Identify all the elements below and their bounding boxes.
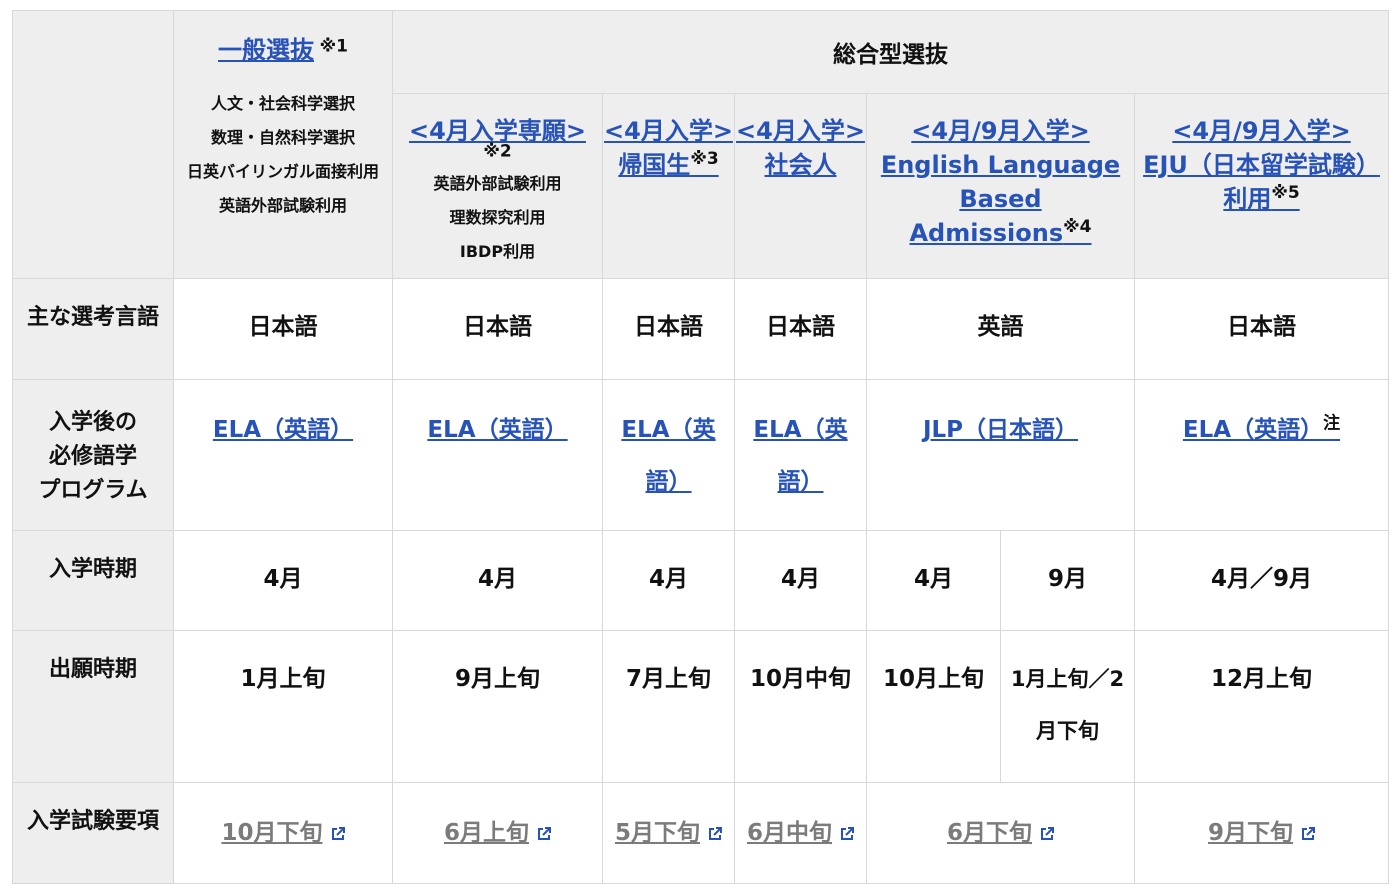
general-sub-item: 日英バイリンガル面接利用: [186, 162, 379, 181]
eju-header: <4月/9月入学> EJU（日本留学試験） 利用※5: [1133, 93, 1390, 279]
guide-link[interactable]: 6月中旬: [747, 820, 832, 846]
guide-cell: 6月上旬: [392, 782, 603, 884]
eju-line3: 利用: [1223, 185, 1272, 213]
row-label-language: 主な選考言語: [12, 278, 174, 380]
ela-based-line3: Based Admissions: [909, 185, 1064, 247]
program-cell: ELA（英語）: [173, 379, 393, 531]
eju-note: ※5: [1271, 183, 1300, 203]
program-link[interactable]: ELA（英語）: [753, 417, 847, 495]
external-link-icon: [1040, 826, 1054, 841]
row-label-apply: 出願時期: [12, 630, 174, 783]
entry-cell: 4月: [602, 530, 735, 631]
language-cell: 日本語: [392, 278, 603, 380]
guide-link[interactable]: 6月下旬: [947, 820, 1032, 846]
guide-cell: 6月中旬: [734, 782, 867, 884]
april-adult-link[interactable]: <4月入学> 社会人: [735, 114, 866, 182]
general-link[interactable]: 一般選抜: [218, 36, 314, 64]
april-returnee-line2: 帰国生: [618, 151, 691, 179]
guide-cell: 9月下旬: [1133, 782, 1390, 884]
apply-cell: 1月上旬: [173, 630, 393, 783]
program-label-line: 必修語学: [48, 444, 137, 469]
april-dedicated-note: ※2: [483, 141, 512, 162]
guide-link[interactable]: 6月上旬: [444, 820, 529, 846]
program-label-line: プログラム: [38, 478, 148, 503]
ela-based-header: <4月/9月入学> English Language Based Admissi…: [866, 93, 1135, 279]
row-label-guide: 入学試験要項: [12, 782, 174, 884]
april-returnee-header: <4月入学> 帰国生※3: [602, 93, 735, 279]
language-cell: 日本語: [173, 278, 393, 380]
language-cell: 日本語: [734, 278, 867, 380]
eju-line1: <4月/9月入学>: [1172, 117, 1351, 145]
general-sub-list: 人文・社会科学選択 数理・自然科学選択 日英バイリンガル面接利用 英語外部試験利…: [174, 87, 392, 223]
april-dedicated-sub-item: 英語外部試験利用: [433, 174, 562, 193]
comprehensive-title: 総合型選抜: [833, 42, 949, 68]
entry-cell: 4月／9月: [1133, 530, 1390, 631]
external-link-icon: [537, 826, 551, 841]
entry-cell: 4月: [173, 530, 393, 631]
ela-based-line2: English Language: [880, 151, 1121, 179]
april-returnee-link[interactable]: <4月入学> 帰国生※3: [603, 114, 734, 182]
april-adult-line2: 社会人: [764, 151, 837, 179]
external-link-icon: [708, 826, 722, 841]
eju-line2: EJU（日本留学試験）: [1143, 151, 1380, 179]
april-returnee-line1: <4月入学>: [604, 117, 733, 145]
comprehensive-header: 総合型選抜: [391, 10, 1390, 94]
entry-cell: 4月: [734, 530, 867, 631]
row-label-entry: 入学時期: [12, 530, 174, 631]
april-adult-header: <4月入学> 社会人: [734, 93, 867, 279]
ela-based-note: ※4: [1063, 217, 1092, 237]
april-dedicated-header: <4月入学専願> ※2 英語外部試験利用 理数探究利用 IBDP利用: [392, 93, 603, 279]
external-link-icon: [840, 826, 854, 841]
guide-link[interactable]: 10月下旬: [221, 820, 322, 846]
program-link[interactable]: JLP（日本語）: [923, 417, 1078, 443]
ela-based-line1: <4月/9月入学>: [911, 117, 1090, 145]
program-link[interactable]: ELA（英語）: [427, 417, 567, 443]
apply-cell: 10月上旬: [866, 630, 1001, 783]
guide-link[interactable]: 9月下旬: [1208, 820, 1293, 846]
apply-cell: 1月上旬／2月下旬: [1000, 630, 1135, 783]
program-cell: ELA（英語）: [734, 379, 867, 531]
program-cell: ELA（英語）注: [1133, 379, 1390, 531]
program-cell: JLP（日本語）: [866, 379, 1135, 531]
apply-cell: 7月上旬: [602, 630, 735, 783]
entry-cell: 4月: [866, 530, 1001, 631]
admissions-table: 一般選抜 ※1 人文・社会科学選択 数理・自然科学選択 日英バイリンガル面接利用…: [12, 10, 1390, 884]
language-cell: 英語: [866, 278, 1135, 380]
entry-cell: 9月: [1000, 530, 1135, 631]
guide-cell: 10月下旬: [173, 782, 393, 884]
apply-cell: 12月上旬: [1133, 630, 1390, 783]
general-note: ※1: [319, 36, 348, 57]
general-sub-item: 英語外部試験利用: [218, 196, 347, 215]
general-header: 一般選抜 ※1 人文・社会科学選択 数理・自然科学選択 日英バイリンガル面接利用…: [173, 10, 393, 279]
guide-link[interactable]: 5月下旬: [615, 820, 700, 846]
external-link-icon: [1301, 826, 1316, 841]
program-link[interactable]: ELA（英語）: [621, 417, 715, 495]
apply-cell: 10月中旬: [734, 630, 867, 783]
program-note: 注: [1323, 413, 1341, 434]
corner-cell: [12, 10, 174, 279]
general-sub-item: 数理・自然科学選択: [210, 128, 355, 147]
april-adult-line1: <4月入学>: [736, 117, 865, 145]
program-cell: ELA（英語）: [392, 379, 603, 531]
april-returnee-note: ※3: [690, 149, 719, 169]
external-link-icon: [331, 826, 345, 841]
row-label-program: 入学後の 必修語学 プログラム: [12, 379, 174, 531]
language-cell: 日本語: [1133, 278, 1390, 380]
apply-cell: 9月上旬: [392, 630, 603, 783]
eju-link[interactable]: <4月/9月入学> EJU（日本留学試験） 利用※5: [1135, 114, 1388, 216]
language-cell: 日本語: [602, 278, 735, 380]
program-link[interactable]: ELA（英語）: [213, 417, 353, 443]
guide-cell: 5月下旬: [602, 782, 735, 884]
april-dedicated-sub-item: IBDP利用: [459, 242, 536, 261]
program-link[interactable]: ELA（英語）: [1183, 417, 1323, 443]
program-label-line: 入学後の: [48, 410, 137, 435]
general-sub-item: 人文・社会科学選択: [210, 94, 355, 113]
ela-based-link[interactable]: <4月/9月入学> English Language Based Admissi…: [867, 114, 1134, 250]
entry-cell: 4月: [392, 530, 603, 631]
guide-cell: 6月下旬: [866, 782, 1135, 884]
april-dedicated-sub-item: 理数探究利用: [449, 208, 546, 227]
program-cell: ELA（英語）: [602, 379, 735, 531]
